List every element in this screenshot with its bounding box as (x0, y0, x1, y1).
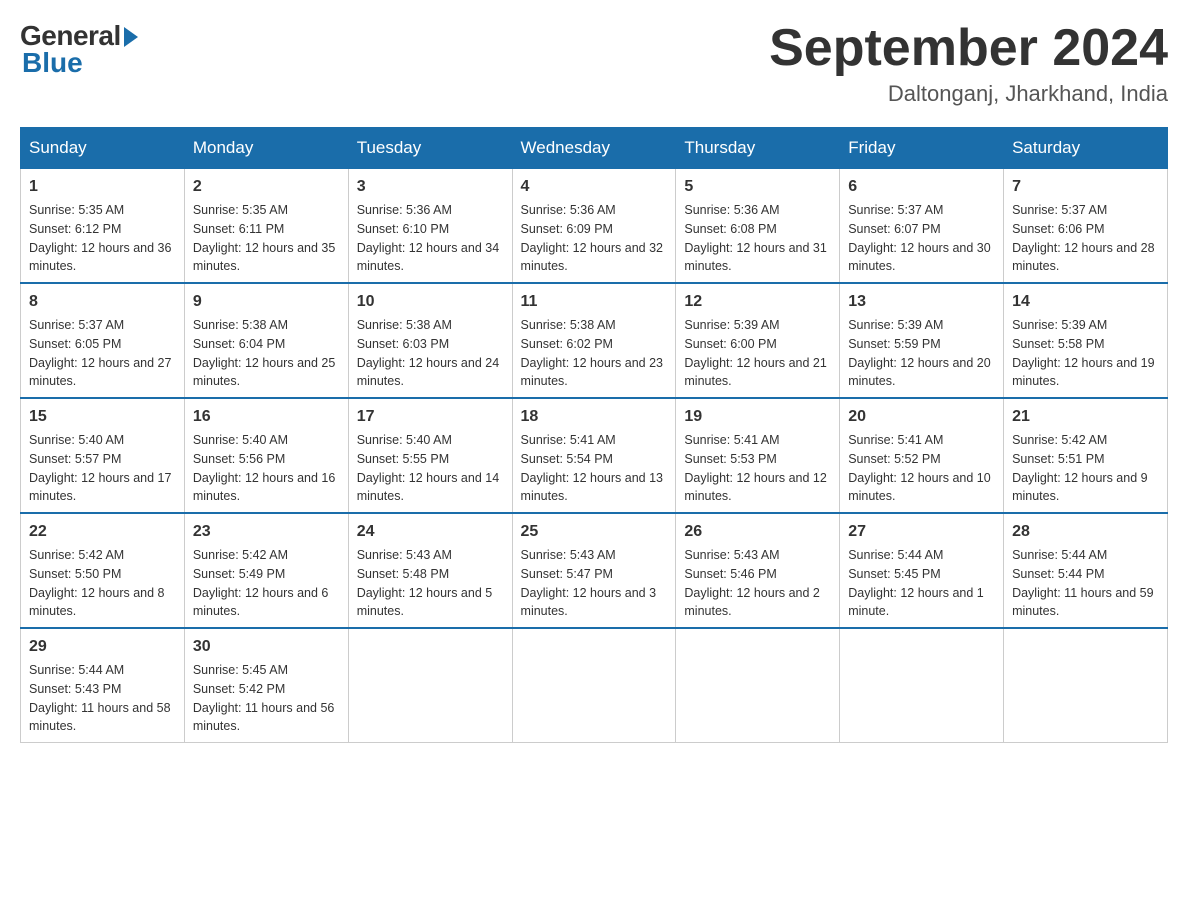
table-row: 16Sunrise: 5:40 AMSunset: 5:56 PMDayligh… (184, 398, 348, 513)
table-row: 20Sunrise: 5:41 AMSunset: 5:52 PMDayligh… (840, 398, 1004, 513)
table-row: 12Sunrise: 5:39 AMSunset: 6:00 PMDayligh… (676, 283, 840, 398)
location-text: Daltonganj, Jharkhand, India (769, 81, 1168, 107)
day-number: 6 (848, 175, 995, 199)
calendar-week-row: 29Sunrise: 5:44 AMSunset: 5:43 PMDayligh… (21, 628, 1168, 743)
table-row: 27Sunrise: 5:44 AMSunset: 5:45 PMDayligh… (840, 513, 1004, 628)
month-title: September 2024 (769, 20, 1168, 77)
header-tuesday: Tuesday (348, 128, 512, 169)
day-number: 18 (521, 405, 668, 429)
table-row: 1Sunrise: 5:35 AMSunset: 6:12 PMDaylight… (21, 169, 185, 284)
header-wednesday: Wednesday (512, 128, 676, 169)
day-number: 30 (193, 635, 340, 659)
table-row: 22Sunrise: 5:42 AMSunset: 5:50 PMDayligh… (21, 513, 185, 628)
header-friday: Friday (840, 128, 1004, 169)
table-row: 6Sunrise: 5:37 AMSunset: 6:07 PMDaylight… (840, 169, 1004, 284)
day-number: 11 (521, 290, 668, 314)
day-number: 9 (193, 290, 340, 314)
table-row: 28Sunrise: 5:44 AMSunset: 5:44 PMDayligh… (1004, 513, 1168, 628)
table-row: 23Sunrise: 5:42 AMSunset: 5:49 PMDayligh… (184, 513, 348, 628)
logo: General Blue (20, 20, 138, 79)
page-header: General Blue September 2024 Daltonganj, … (20, 20, 1168, 107)
day-number: 24 (357, 520, 504, 544)
logo-triangle-icon (124, 27, 138, 47)
day-number: 25 (521, 520, 668, 544)
table-row: 17Sunrise: 5:40 AMSunset: 5:55 PMDayligh… (348, 398, 512, 513)
table-row: 26Sunrise: 5:43 AMSunset: 5:46 PMDayligh… (676, 513, 840, 628)
day-number: 19 (684, 405, 831, 429)
table-row: 18Sunrise: 5:41 AMSunset: 5:54 PMDayligh… (512, 398, 676, 513)
day-number: 7 (1012, 175, 1159, 199)
table-row: 7Sunrise: 5:37 AMSunset: 6:06 PMDaylight… (1004, 169, 1168, 284)
table-row: 15Sunrise: 5:40 AMSunset: 5:57 PMDayligh… (21, 398, 185, 513)
day-number: 27 (848, 520, 995, 544)
day-number: 13 (848, 290, 995, 314)
header-sunday: Sunday (21, 128, 185, 169)
table-row: 13Sunrise: 5:39 AMSunset: 5:59 PMDayligh… (840, 283, 1004, 398)
calendar-week-row: 15Sunrise: 5:40 AMSunset: 5:57 PMDayligh… (21, 398, 1168, 513)
table-row (676, 628, 840, 743)
calendar-week-row: 1Sunrise: 5:35 AMSunset: 6:12 PMDaylight… (21, 169, 1168, 284)
day-number: 5 (684, 175, 831, 199)
day-number: 26 (684, 520, 831, 544)
table-row: 30Sunrise: 5:45 AMSunset: 5:42 PMDayligh… (184, 628, 348, 743)
table-row (1004, 628, 1168, 743)
table-row: 19Sunrise: 5:41 AMSunset: 5:53 PMDayligh… (676, 398, 840, 513)
day-number: 29 (29, 635, 176, 659)
header-saturday: Saturday (1004, 128, 1168, 169)
day-number: 12 (684, 290, 831, 314)
table-row: 9Sunrise: 5:38 AMSunset: 6:04 PMDaylight… (184, 283, 348, 398)
day-number: 4 (521, 175, 668, 199)
day-number: 2 (193, 175, 340, 199)
logo-blue-text: Blue (22, 47, 83, 79)
day-number: 16 (193, 405, 340, 429)
header-thursday: Thursday (676, 128, 840, 169)
table-row: 4Sunrise: 5:36 AMSunset: 6:09 PMDaylight… (512, 169, 676, 284)
day-number: 8 (29, 290, 176, 314)
table-row: 3Sunrise: 5:36 AMSunset: 6:10 PMDaylight… (348, 169, 512, 284)
table-row: 21Sunrise: 5:42 AMSunset: 5:51 PMDayligh… (1004, 398, 1168, 513)
day-number: 23 (193, 520, 340, 544)
day-number: 15 (29, 405, 176, 429)
calendar-table: Sunday Monday Tuesday Wednesday Thursday… (20, 127, 1168, 743)
days-header-row: Sunday Monday Tuesday Wednesday Thursday… (21, 128, 1168, 169)
table-row: 8Sunrise: 5:37 AMSunset: 6:05 PMDaylight… (21, 283, 185, 398)
table-row (512, 628, 676, 743)
table-row: 25Sunrise: 5:43 AMSunset: 5:47 PMDayligh… (512, 513, 676, 628)
day-number: 17 (357, 405, 504, 429)
header-monday: Monday (184, 128, 348, 169)
day-number: 3 (357, 175, 504, 199)
title-area: September 2024 Daltonganj, Jharkhand, In… (769, 20, 1168, 107)
day-number: 20 (848, 405, 995, 429)
table-row: 10Sunrise: 5:38 AMSunset: 6:03 PMDayligh… (348, 283, 512, 398)
table-row: 24Sunrise: 5:43 AMSunset: 5:48 PMDayligh… (348, 513, 512, 628)
calendar-week-row: 8Sunrise: 5:37 AMSunset: 6:05 PMDaylight… (21, 283, 1168, 398)
table-row: 2Sunrise: 5:35 AMSunset: 6:11 PMDaylight… (184, 169, 348, 284)
day-number: 22 (29, 520, 176, 544)
day-number: 1 (29, 175, 176, 199)
table-row (840, 628, 1004, 743)
day-number: 10 (357, 290, 504, 314)
day-number: 21 (1012, 405, 1159, 429)
table-row: 29Sunrise: 5:44 AMSunset: 5:43 PMDayligh… (21, 628, 185, 743)
table-row: 11Sunrise: 5:38 AMSunset: 6:02 PMDayligh… (512, 283, 676, 398)
table-row: 14Sunrise: 5:39 AMSunset: 5:58 PMDayligh… (1004, 283, 1168, 398)
table-row: 5Sunrise: 5:36 AMSunset: 6:08 PMDaylight… (676, 169, 840, 284)
day-number: 28 (1012, 520, 1159, 544)
day-number: 14 (1012, 290, 1159, 314)
calendar-week-row: 22Sunrise: 5:42 AMSunset: 5:50 PMDayligh… (21, 513, 1168, 628)
table-row (348, 628, 512, 743)
